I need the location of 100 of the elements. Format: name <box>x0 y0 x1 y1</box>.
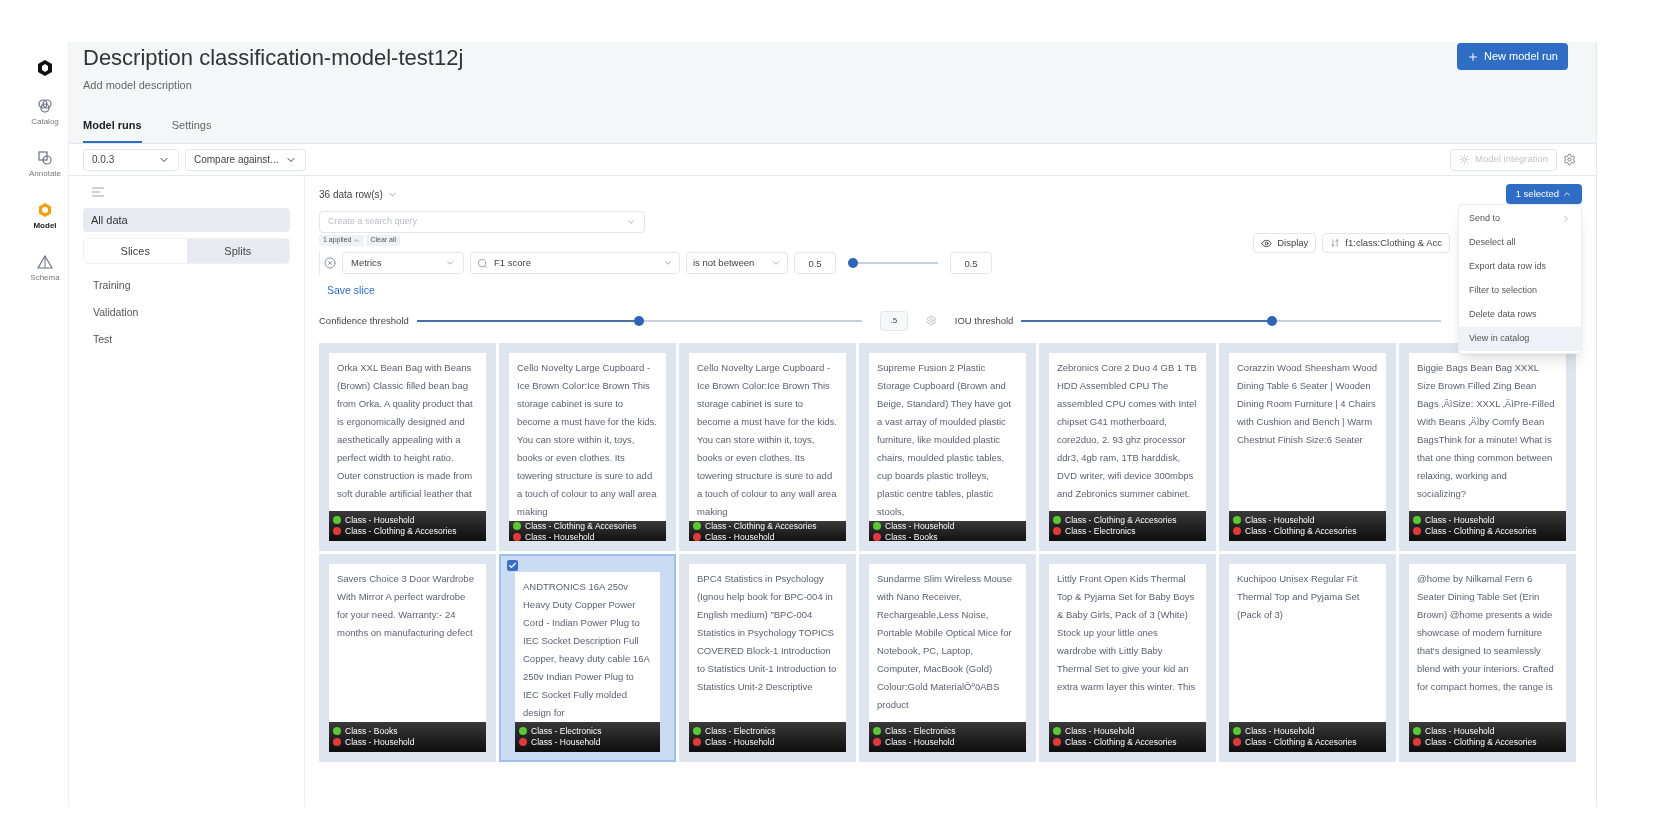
class-label: Class - Clothing & Accesories <box>705 521 817 532</box>
confidence-label: Confidence threshold <box>319 313 409 328</box>
remove-icon[interactable] <box>324 257 336 269</box>
logo-icon[interactable] <box>38 60 52 76</box>
tab[interactable]: Settings <box>171 116 212 143</box>
class-label: Class - Household <box>1425 726 1495 737</box>
slider-thumb[interactable] <box>634 315 645 326</box>
selection-button[interactable]: 1 selected <box>1505 184 1582 204</box>
class-label: Class - Clothing & Accesories <box>1425 526 1537 537</box>
eye-icon <box>1261 237 1273 249</box>
description-text: Cello Novelty Large Cupboard - Ice Brown Color:Ice Brown This storage cabinet is sure to become a must have for the kids. You can store within it, toys, books or even clothes. Its towering structure is sure to add a touch of colour to any wall area making <box>516 360 658 519</box>
confidence-input[interactable]: .5 <box>879 310 908 331</box>
description-text: Sundarme Slim Wireless Mouse with Nano Receiver, Rechargeable,Less Noise, Portable Mobile Optical Mice for Notebook, PC, Laptop, Computer, MacBook (Gold) Colour:Gold MaterialÔºöABS product <box>876 571 1014 712</box>
chevron-down-icon <box>626 217 636 227</box>
menu-item[interactable]: Export data row ids <box>1459 255 1581 279</box>
class-label: Class - Clothing & Accesories <box>1245 737 1357 748</box>
page-title: Description classification-model-test12j <box>83 44 464 72</box>
description-text: BPC4 Statistics in Psychology (Ignou help book for BPC-004 in English medium) "BPC-004 Statistics in Psychology TOPICS COVERED Block-1 Introduction to Statistics Unit-1 Introduction to Statistics Unit-2 Descriptive <box>696 571 838 694</box>
display-button[interactable]: Display <box>1253 233 1317 253</box>
slider-thumb[interactable] <box>1267 315 1278 326</box>
max-input[interactable]: 0.5 <box>950 252 992 274</box>
sort-icon <box>1330 238 1341 248</box>
segment-tab[interactable]: Splits <box>186 239 289 263</box>
description-text: Corazzin Wood Sheesham Wood Dining Table 6 Seater | Wooden Dining Room Furniture | 4 Chairs with Cushion and Bench | Warm Chestnut Finish Size:6 Seater <box>1236 360 1379 447</box>
row-count-dropdown[interactable]: 36 data row(s) <box>319 186 398 202</box>
split-item[interactable]: Training <box>93 278 290 294</box>
tab[interactable]: Model runs <box>83 116 142 143</box>
slider-track[interactable] <box>848 258 938 268</box>
class-label: Class - Clothing & Accesories <box>1065 515 1177 526</box>
description-text: ANDTRONICS 16A 250v Heavy Duty Copper Power Cord - Indian Power Plug to IEC Socket Description Full Copper, heavy duty cable 16A 250v Indian Power Plug to IEC Socket Fully molded design for <box>522 579 651 720</box>
chevron-down-icon <box>445 258 455 268</box>
sort-button[interactable]: f1:class:Clothing & Acc <box>1322 233 1450 253</box>
slider-track[interactable] <box>1021 315 1442 326</box>
search-icon <box>477 257 488 269</box>
split-item[interactable]: Test <box>93 331 290 348</box>
nav-item[interactable]: Annotate <box>29 150 61 180</box>
description-text: @home by Nilkamal Fern 6 Seater Dining Table Set (Erin Brown) @home presents a wide showcase of modern furniture that's designed to seamlessly blend with your interiors. Crafted for compact homes, the range is <box>1416 571 1555 694</box>
nav-item[interactable]: Model <box>33 202 57 232</box>
class-label: Class - Clothing & Accesories <box>1425 737 1537 748</box>
description-link[interactable]: Add model description <box>83 77 464 94</box>
shapes-icon <box>37 150 53 166</box>
search-input[interactable]: Create a search query <box>328 215 588 229</box>
menu-item[interactable]: Delete data rows <box>1459 303 1581 327</box>
class-label: Class - Household <box>885 521 955 532</box>
all-data-item[interactable]: All data <box>83 208 290 232</box>
split-item[interactable]: Validation <box>93 304 290 321</box>
field-dropdown[interactable]: Metrics <box>342 252 464 274</box>
nav-item[interactable]: Catalog <box>31 98 59 128</box>
class-label: Class - Clothing & Accesories <box>1245 526 1357 537</box>
save-slice-link[interactable]: Save slice <box>327 283 375 299</box>
class-label: Class - Household <box>345 515 415 526</box>
data-row-card[interactable] <box>499 553 676 762</box>
plus-icon <box>1467 50 1479 63</box>
description-text: Cello Novelty Large Cupboard - Ice Brown Color:Ice Brown This storage cabinet is sure to become a must have for the kids. You can store within it, toys, books or even clothes. Its towering structure is sure to add a touch of colour to any wall area making <box>696 360 838 519</box>
version-dropdown[interactable]: 0.0.3 <box>83 148 179 171</box>
class-label: Class - Household <box>705 532 775 541</box>
search-field[interactable]: Create a search query <box>319 211 645 233</box>
flower-icon <box>37 98 53 114</box>
description-text: Orka XXL Bean Bag with Beans (Brown) Classic filled bean bag from Orka. A quality product that is ergonomically designed and aesthetically appealing with a perfect width to height ratio. Outer construction is made from soft durable artificial leather that <box>336 360 474 501</box>
class-label: Class - Books <box>885 532 938 541</box>
class-label: Class - Books <box>345 726 398 737</box>
class-label: Class - Household <box>531 737 601 748</box>
data-row-card[interactable]: Corazzin Wood Sheesham Wood Dining Table 6 Seater | Wooden Dining Room Furniture | 4 Chairs with Cushion and Bench | Warm Chestnut Finish Size:6 Seater Class - Household Class - Clothing & Accesories <box>1219 342 1396 551</box>
class-label: Class - Clothing & Accesories <box>345 526 457 537</box>
min-input[interactable]: 0.5 <box>794 252 836 274</box>
description-text: Supreme Fusion 2 Plastic Storage Cupboard (Brown and Beige, Standard) They have got a vast array of moulded plastic furniture, like moulded plastic chairs, moulded plastic tables, cup boards plastic trolleys, plastic centre tables, plastic stools, <box>876 360 1012 519</box>
metric-dropdown[interactable]: F1 score <box>470 252 680 274</box>
menu-item[interactable]: View in catalog <box>1459 327 1581 351</box>
chevron-down-icon <box>663 258 673 268</box>
class-label: Class - Household <box>885 737 955 748</box>
data-row-card[interactable]: Savers Choice 3 Door Wardrobe With Mirror A perfect wardrobe for your need. Warranty:- 24 months on manufacturing defect Class - Books Class - Household <box>319 553 496 762</box>
operator-dropdown[interactable]: is not between <box>686 252 788 274</box>
class-label: Class - Household <box>525 532 595 541</box>
menu-item[interactable]: Send to <box>1459 207 1581 231</box>
class-label: Class - Household <box>1245 726 1315 737</box>
compare-dropdown[interactable]: Compare against... <box>185 148 306 171</box>
class-label: Class - Household <box>345 737 415 748</box>
class-label: Class - Clothing & Accesories <box>1065 737 1177 748</box>
class-label: Class - Electronics <box>705 726 776 737</box>
checkbox[interactable] <box>507 559 518 571</box>
sun-icon <box>1459 154 1471 165</box>
slider-track[interactable] <box>416 315 862 326</box>
class-label: Class - Electronics <box>531 726 602 737</box>
chevron-right-icon <box>1561 214 1571 224</box>
description-text: Littly Front Open Kids Thermal Top & Pyjama Set for Baby Boys & Baby Girls, Pack of 3 (White) Stock up your little ones wardrobe with Littly Baby Thermal Set to give your kid an extra warm layer this winter. This <box>1056 571 1197 694</box>
class-label: Class - Electronics <box>885 726 956 737</box>
hexagon-icon <box>37 202 53 218</box>
chevron-down-icon <box>771 258 781 268</box>
data-row-card[interactable]: Kuchipoo Unisex Regular Fit Thermal Top and Pyjama Set (Pack of 3) Class - Household Class - Clothing & Accesories <box>1219 553 1396 762</box>
class-label: Class - Household <box>1065 726 1135 737</box>
slider-thumb[interactable] <box>848 258 858 268</box>
class-label: Class - Electronics <box>1065 526 1136 537</box>
triangle-icon <box>37 254 53 270</box>
class-label: Class - Household <box>705 737 775 748</box>
new-model-run-button[interactable]: New model run <box>1457 43 1568 70</box>
description-text: Zebronics Core 2 Duo 4 GB 1 TB HDD Assembled CPU The assembled CPU comes with Intel chipset G41 motherboard, core2duo, 2. 93 ghz processor ddr3, 4gb ram, 1TB harddisk, DVD writer, wifi device 300mbps and Zebronics summer cabinet. <box>1056 360 1198 501</box>
menu-item[interactable]: Filter to selection <box>1459 279 1581 303</box>
class-label: Class - Household <box>1425 515 1495 526</box>
menu-item[interactable]: Deselect all <box>1459 231 1581 255</box>
nav-item[interactable]: Schema <box>30 254 60 284</box>
